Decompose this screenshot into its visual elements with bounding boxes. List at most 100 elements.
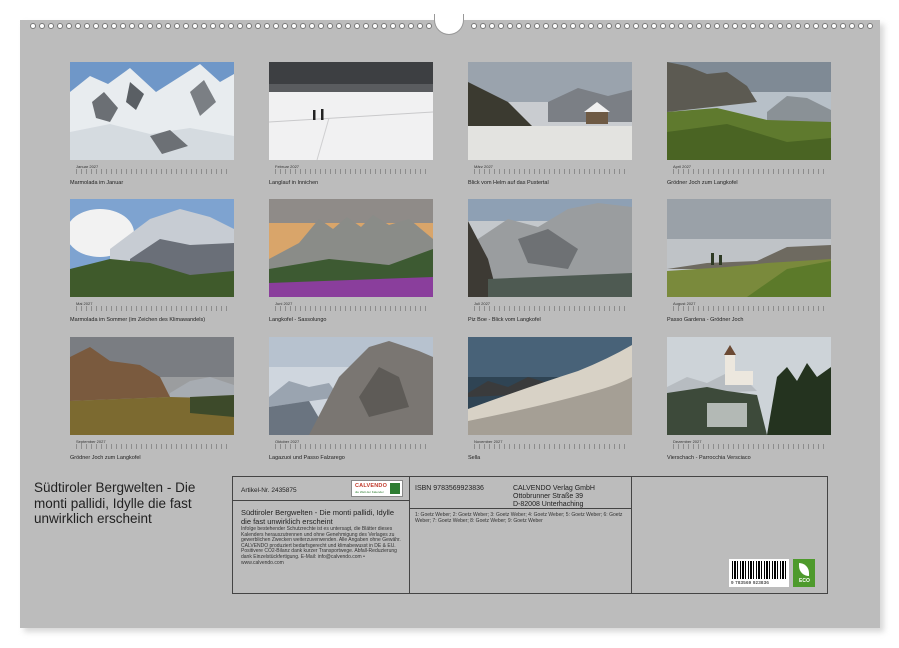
binding-hole xyxy=(606,23,612,29)
tile-august[interactable]: August 2027 Passo Gardena - Grödner Joch xyxy=(667,199,831,323)
binding-hole xyxy=(273,23,279,29)
info-subtitle: Südtiroler Bergwelten - Die monti pallid… xyxy=(241,508,394,526)
photo-langkofel xyxy=(269,199,433,297)
binding-hole xyxy=(723,23,729,29)
binding-hole xyxy=(543,23,549,29)
binding-hole xyxy=(858,23,864,29)
tile-december[interactable]: Dezember 2027 Vierschach - Parrocchia Ve… xyxy=(667,337,831,461)
binding-hole xyxy=(372,23,378,29)
calendar-days-strip xyxy=(474,169,628,174)
binding-hole xyxy=(174,23,180,29)
divider xyxy=(409,508,631,509)
calendar-days-strip xyxy=(275,169,429,174)
binding-hole xyxy=(588,23,594,29)
calendar-days-strip xyxy=(673,444,827,449)
calendar-days-strip xyxy=(275,306,429,311)
tile-october[interactable]: Oktober 2027 Lagazuoi und Passo Falzareg… xyxy=(269,337,433,461)
binding-hole xyxy=(516,23,522,29)
calendar-days-strip xyxy=(76,444,230,449)
logo-tagline: die Welt der Kalender xyxy=(355,490,384,494)
photo-marmolada-winter xyxy=(70,62,234,160)
binding-hole xyxy=(120,23,126,29)
binding-hole xyxy=(129,23,135,29)
binding-hole xyxy=(336,23,342,29)
binding-hole xyxy=(498,23,504,29)
binding-hole xyxy=(750,23,756,29)
binding-hole xyxy=(489,23,495,29)
binding-hole xyxy=(534,23,540,29)
binding-hole xyxy=(669,23,675,29)
binding-hole xyxy=(93,23,99,29)
binding-hole xyxy=(471,23,477,29)
binding-hole xyxy=(624,23,630,29)
calvendo-logo: CALVENDO die Welt der Kalender xyxy=(351,480,403,497)
binding-hole xyxy=(561,23,567,29)
tile-february[interactable]: Februar 2027 Langlauf in Innichen xyxy=(269,62,433,186)
binding-hole xyxy=(228,23,234,29)
eco-badge: ECO xyxy=(793,559,815,587)
binding-hole xyxy=(840,23,846,29)
photo-piz-boe xyxy=(468,199,632,297)
binding-hole xyxy=(84,23,90,29)
binding-hole xyxy=(291,23,297,29)
tile-march[interactable]: März 2027 Blick vom Helm auf das Pustert… xyxy=(468,62,632,186)
barcode-digits: 9 783569 923836 xyxy=(731,580,770,585)
publisher-line: Ottobrunner Straße 39 xyxy=(513,493,584,501)
binding-hole xyxy=(768,23,774,29)
info-column-publisher: ISBN 9783569923836 CALVENDO Verlag GmbH … xyxy=(409,477,632,593)
publisher-line: CALVENDO Verlag GmbH xyxy=(513,485,595,492)
tile-july[interactable]: Juli 2027 Piz Boe - Blick vom Langkofel xyxy=(468,199,632,323)
tile-january[interactable]: Januar 2027 Marmolada im Januar xyxy=(70,62,234,186)
binding-hole xyxy=(633,23,639,29)
binding-hole xyxy=(363,23,369,29)
tile-may[interactable]: Mai 2027 Marmolada im Sommer (im Zeichen… xyxy=(70,199,234,323)
binding-hole xyxy=(39,23,45,29)
binding-hole xyxy=(867,23,873,29)
binding-hole xyxy=(390,23,396,29)
binding-hole xyxy=(381,23,387,29)
tile-caption: Blick vom Helm auf das Pustertal xyxy=(468,180,549,186)
photo-vierschach xyxy=(667,337,831,435)
publisher-address: CALVENDO Verlag GmbH Ottobrunner Straße … xyxy=(513,485,595,510)
binding-hole xyxy=(552,23,558,29)
calendar-days-strip xyxy=(474,444,628,449)
isbn: ISBN 9783569923836 xyxy=(415,485,484,492)
binding-hole xyxy=(417,23,423,29)
binding-hole xyxy=(192,23,198,29)
divider xyxy=(233,500,409,501)
binding-hole xyxy=(183,23,189,29)
barcode: 9 783569 923836 xyxy=(729,559,789,587)
tile-caption: Grödner Joch zum Langkofel xyxy=(70,455,141,461)
tile-caption: Vierschach - Parrocchia Versciaco xyxy=(667,455,751,461)
tile-caption: Sella xyxy=(468,455,481,461)
binding-hole xyxy=(345,23,351,29)
binding-hole xyxy=(282,23,288,29)
tile-june[interactable]: Juni 2027 Langkofel - Sassolungo xyxy=(269,199,433,323)
binding-hole xyxy=(102,23,108,29)
binding-hole xyxy=(849,23,855,29)
binding-hole xyxy=(237,23,243,29)
binding-hole xyxy=(777,23,783,29)
binding-hole xyxy=(255,23,261,29)
calendar-days-strip xyxy=(673,169,827,174)
tile-september[interactable]: September 2027 Grödner Joch zum Langkofe… xyxy=(70,337,234,461)
binding-hole xyxy=(219,23,225,29)
binding-hole xyxy=(480,23,486,29)
calendar-days-strip xyxy=(76,169,230,174)
article-number: Artikel-Nr. 2435875 xyxy=(241,487,297,494)
binding-hole xyxy=(714,23,720,29)
binding-hole xyxy=(318,23,324,29)
photo-pustertal xyxy=(468,62,632,160)
photo-passo-gardena xyxy=(667,199,831,297)
tile-november[interactable]: November 2027 Sella xyxy=(468,337,632,461)
binding-hole xyxy=(804,23,810,29)
binding-hole xyxy=(525,23,531,29)
binding-hole xyxy=(507,23,513,29)
binding-hole xyxy=(354,23,360,29)
binding-hole xyxy=(678,23,684,29)
binding-hole xyxy=(822,23,828,29)
legal-text: Infolge bestehender Schutzrechte ist es … xyxy=(241,526,401,566)
binding-hole xyxy=(201,23,207,29)
binding-hole xyxy=(147,23,153,29)
tile-april[interactable]: April 2027 Grödner Joch zum Langkofel xyxy=(667,62,831,186)
